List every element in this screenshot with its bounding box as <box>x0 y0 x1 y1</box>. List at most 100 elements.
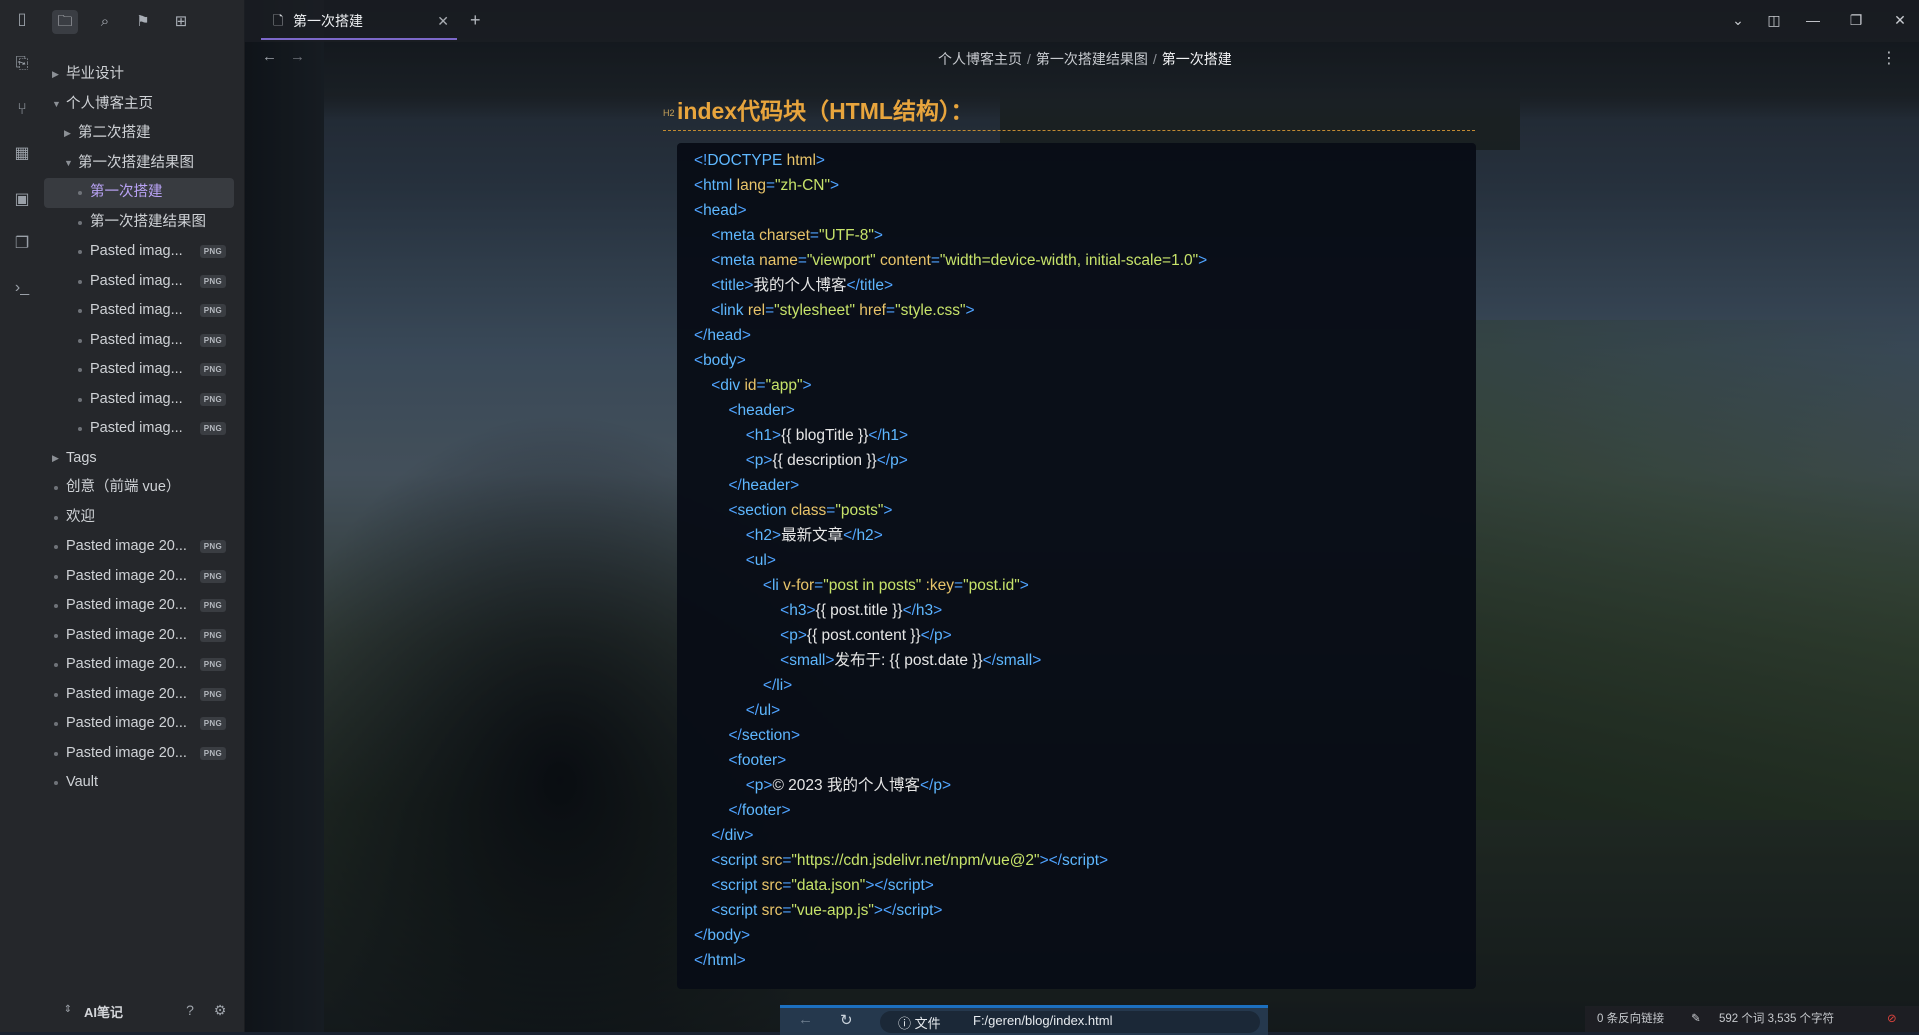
sidebar-item[interactable]: Pasted imag... PNG <box>44 296 244 326</box>
search-icon[interactable]: ⌕ <box>92 10 118 34</box>
minimize-icon[interactable]: — <box>1800 8 1826 32</box>
sidebar-item[interactable]: Pasted image 20... PNG <box>44 680 244 710</box>
code-token: p <box>933 777 942 794</box>
help-icon[interactable]: ? <box>180 1000 200 1020</box>
bullet-icon <box>54 751 58 756</box>
browser-back-icon[interactable]: ← <box>798 1011 813 1028</box>
close-tab-icon[interactable]: ✕ <box>437 4 449 38</box>
chevron-right-icon[interactable]: ▶ <box>52 60 59 90</box>
sidebar-item-label: 第一次搭建结果图 <box>90 213 206 230</box>
sidebar-item[interactable]: Pasted imag... PNG <box>44 385 244 415</box>
code-token: > <box>740 927 751 944</box>
code-token: h2 <box>754 527 772 544</box>
reload-icon[interactable]: ↻ <box>840 1011 853 1029</box>
tab-list-chevron-icon[interactable]: ⌄ <box>1725 8 1751 32</box>
toggle-sidebar-icon[interactable]: ▯ <box>10 8 34 32</box>
bullet-icon <box>78 279 82 284</box>
breadcrumb-item[interactable]: 第一次搭建结果图 <box>1036 51 1148 67</box>
sidebar-item[interactable]: Pasted image 20... PNG <box>44 739 244 769</box>
sidebar-item-label: 创意（前端 vue） <box>66 479 181 495</box>
section-heading: H2 index代码块（HTML结构）： <box>663 90 1475 131</box>
code-token: meta <box>720 227 755 244</box>
sidebar-item[interactable]: Pasted imag... PNG <box>44 355 244 385</box>
code-token: script <box>896 902 934 919</box>
sidebar-item[interactable]: Pasted imag... PNG <box>44 267 244 297</box>
sidebar-item-label: Pasted image 20... <box>66 685 187 702</box>
canvas-icon[interactable]: ▦ <box>10 142 34 166</box>
tab-current[interactable]: 🗋 第一次搭建 ✕ <box>261 4 457 40</box>
sync-status-icon[interactable]: ⊘ <box>1887 1006 1897 1032</box>
backlinks-count[interactable]: 0 条反向链接 <box>1597 1006 1664 1032</box>
address-url[interactable]: F:/geren/blog/index.html <box>973 1013 1112 1028</box>
sidebar-item[interactable]: Pasted image 20... PNG <box>44 532 244 562</box>
breadcrumb-item[interactable]: 个人博客主页 <box>938 51 1022 67</box>
sidebar-item[interactable]: 欢迎 <box>44 503 244 533</box>
code-token: {{ post.content }} <box>806 627 921 644</box>
sidebar-item[interactable]: 第一次搭建结果图 <box>44 208 244 238</box>
sidebar-item[interactable]: Pasted image 20... PNG <box>44 650 244 680</box>
daily-note-icon[interactable]: ▣ <box>10 188 34 212</box>
forward-arrow-icon[interactable]: → <box>290 48 305 65</box>
sidebar-item[interactable]: Pasted image 20... PNG <box>44 591 244 621</box>
sidebar-item[interactable]: Pasted imag... PNG <box>44 414 244 444</box>
code-token: > <box>942 627 952 644</box>
sidebar-item[interactable]: ▶ 第二次搭建 <box>44 119 244 149</box>
code-line: <!DOCTYPE html> <box>694 149 825 173</box>
terminal-icon[interactable]: ›_ <box>10 276 34 300</box>
sidebar-item[interactable]: Pasted imag... PNG <box>44 237 244 267</box>
bullet-icon <box>78 368 82 372</box>
chevron-right-icon[interactable]: ▶ <box>64 119 71 149</box>
site-info[interactable]: ⓘ 文件 <box>898 1013 941 1032</box>
sidebar-item[interactable]: ▼ 第一次搭建结果图 <box>44 149 244 179</box>
chevron-down-icon[interactable]: ▼ <box>64 149 73 179</box>
chevron-down-icon[interactable]: ▼ <box>52 90 61 120</box>
code-token: > <box>933 602 943 619</box>
sidebar-item[interactable]: ▶ 毕业设计 <box>44 60 244 90</box>
code-token: > <box>873 527 883 544</box>
code-token: header <box>741 477 791 494</box>
graph-view-icon[interactable]: ⑂ <box>10 98 34 122</box>
code-block[interactable]: <!DOCTYPE html> <html lang="zh-CN"> <head>… <box>677 143 1476 989</box>
back-arrow-icon[interactable]: ← <box>262 48 277 65</box>
grid-icon[interactable]: ⊞ <box>168 10 194 34</box>
vault-name[interactable]: AI笔记 <box>84 1002 123 1021</box>
folder-icon[interactable]: 🗀 <box>52 10 78 34</box>
code-token: "https://cdn.jsdelivr.net/npm/vue@2" <box>791 852 1040 869</box>
toggle-right-sidebar-icon[interactable]: ◫ <box>1761 8 1787 32</box>
sidebar-item[interactable]: ▶ Tags <box>44 444 244 474</box>
sidebar-item[interactable]: Pasted image 20... PNG <box>44 709 244 739</box>
sidebar-item[interactable]: 创意（前端 vue） <box>44 473 244 503</box>
quick-switch-icon[interactable]: ⎘ <box>10 52 34 76</box>
sidebar-item[interactable]: Pasted image 20... PNG <box>44 562 244 592</box>
code-token: "post.id" <box>963 577 1020 594</box>
sidebar-item[interactable]: Pasted imag... PNG <box>44 326 244 356</box>
templates-icon[interactable]: ❐ <box>10 232 34 256</box>
sidebar-item[interactable]: Pasted image 20... PNG <box>44 621 244 651</box>
sidebar-item[interactable]: ▼ 个人博客主页 <box>44 90 244 120</box>
code-token: </ <box>902 602 916 619</box>
code-token: "UTF-8" <box>818 227 874 244</box>
sidebar-item-label: 第一次搭建结果图 <box>78 154 194 171</box>
sidebar-item[interactable]: Vault <box>44 768 244 798</box>
more-options-icon[interactable]: ⋮ <box>1881 48 1897 68</box>
edit-mode-icon[interactable]: ✎ <box>1691 1006 1701 1032</box>
code-token: = <box>954 577 964 594</box>
settings-icon[interactable]: ⚙ <box>210 1000 230 1020</box>
new-tab-icon[interactable]: + <box>470 6 481 34</box>
code-token: > <box>736 352 746 369</box>
code-token: = <box>765 177 776 194</box>
vault-switch-icon[interactable]: ⇕ <box>58 1000 78 1020</box>
code-token: h3 <box>789 602 807 619</box>
close-window-icon[interactable]: ✕ <box>1887 8 1913 32</box>
code-token: </ <box>843 527 857 544</box>
restore-icon[interactable]: ❐ <box>1843 8 1869 32</box>
sidebar-item[interactable]: 第一次搭建 <box>44 178 234 208</box>
chevron-right-icon[interactable]: ▶ <box>52 444 59 474</box>
code-token: charset <box>759 227 810 244</box>
code-token: "app" <box>765 377 803 394</box>
bookmark-icon[interactable]: ⚑ <box>130 10 156 34</box>
